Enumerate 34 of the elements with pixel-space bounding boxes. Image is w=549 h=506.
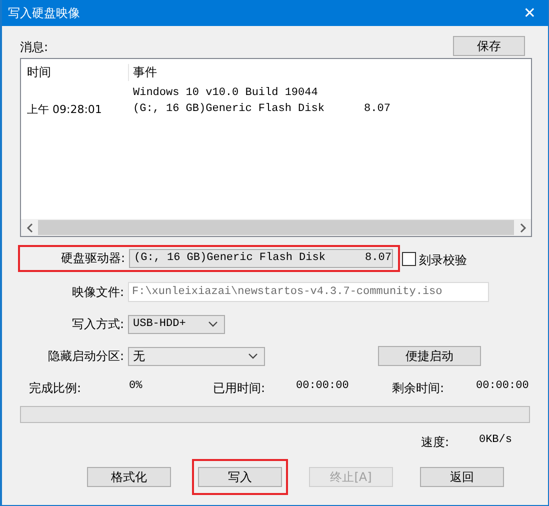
close-button[interactable]: ✕	[519, 4, 540, 22]
scroll-left-icon[interactable]	[26, 222, 34, 232]
quick-boot-button[interactable]: 便捷启动	[378, 346, 481, 366]
messages-label: 消息:	[20, 39, 48, 56]
action-button[interactable]: 写入	[198, 467, 282, 487]
action-button[interactable]: 格式化	[87, 467, 171, 487]
stat-label: 已用时间:	[213, 380, 266, 397]
event-cell-text: (G:, 16 GB)Generic Flash Disk 8.07	[132, 103, 390, 115]
save-button[interactable]: 保存	[453, 36, 525, 56]
drive-label: 硬盘驱动器:	[60, 250, 126, 266]
stat-value: 00:00:00	[476, 380, 529, 394]
stat-label: 剩余时间:	[392, 380, 446, 397]
speed-label: 速度:	[420, 434, 449, 451]
column-header[interactable]: 时间	[21, 64, 128, 80]
event-cell-text: Windows 10 v10.0 Build 19044	[132, 87, 318, 99]
window-title: 写入硬盘映像	[8, 4, 80, 22]
stat-value: 0%	[129, 380, 144, 394]
drive-dropdown[interactable]: (G:, 16 GB)Generic Flash Disk 8.07	[129, 248, 393, 268]
speed-value: 0KB/s	[478, 434, 512, 448]
verify-checkbox[interactable]	[402, 252, 416, 268]
stat-value: 00:00:00	[296, 380, 350, 394]
verify-label[interactable]: 刻录校验	[419, 252, 467, 268]
hidden-partition-dropdown[interactable]: 无	[128, 346, 265, 366]
image-file-label: 映像文件:	[70, 284, 125, 300]
horizontal-scrollbar[interactable]	[21, 219, 531, 236]
action-button[interactable]: 返回	[420, 467, 504, 487]
hidden-partition-label: 隐藏启动分区:	[46, 348, 125, 364]
write-mode-dropdown[interactable]: USB-HDD+	[128, 314, 225, 334]
image-file-field[interactable]: F:\xunleixiazai\newstartos-v4.3.7-community.iso	[128, 282, 489, 302]
time-cell: 上午 09:28:01	[27, 102, 102, 116]
scroll-right-icon[interactable]	[518, 222, 526, 232]
stat-label: 完成比例:	[29, 380, 82, 397]
write-mode-label: 写入方式:	[70, 316, 125, 332]
column-header[interactable]: 事件	[128, 64, 157, 80]
